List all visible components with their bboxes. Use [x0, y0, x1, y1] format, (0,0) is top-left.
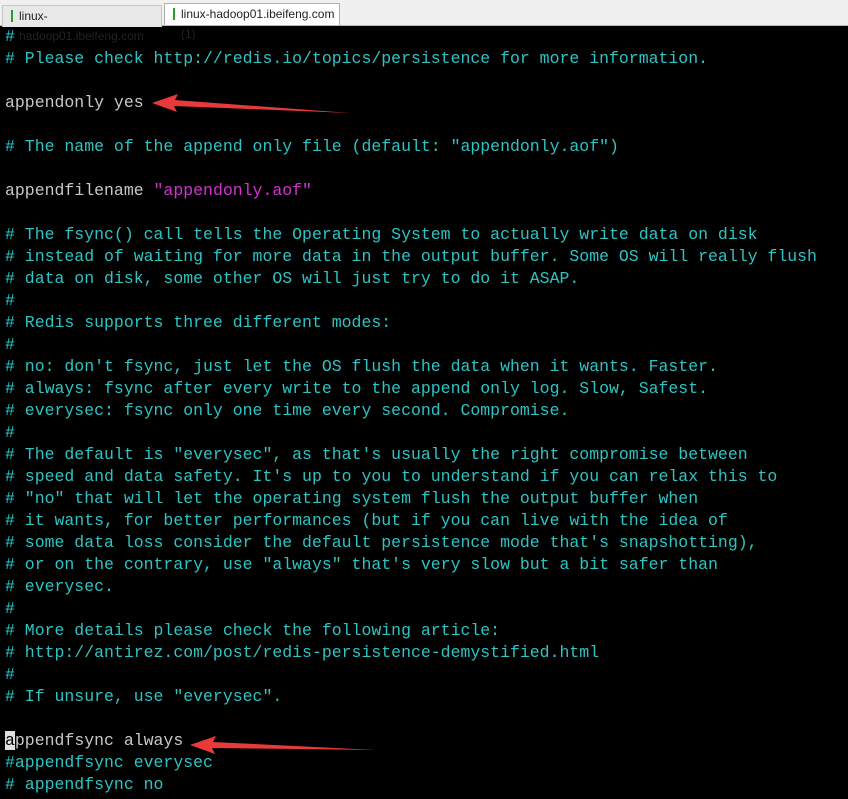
terminal-line: # Redis supports three different modes:: [5, 312, 391, 334]
comment-text: # speed and data safety. It's up to you …: [5, 467, 778, 486]
connected-status-icon: [11, 10, 13, 22]
terminal-line: # everysec: fsync only one time every se…: [5, 400, 569, 422]
terminal-line: # The name of the append only file (defa…: [5, 136, 619, 158]
terminal-line: # no: don't fsync, just let the OS flush…: [5, 356, 718, 378]
terminal-line: # or on the contrary, use "always" that'…: [5, 554, 718, 576]
comment-text: #: [5, 27, 15, 46]
terminal-line: # More details please check the followin…: [5, 620, 500, 642]
terminal-line: # some data loss consider the default pe…: [5, 532, 758, 554]
terminal-line: #appendfsync everysec: [5, 752, 213, 774]
comment-text: # More details please check the followin…: [5, 621, 501, 640]
comment-text: # some data loss consider the default pe…: [5, 533, 758, 552]
terminal-line: # speed and data safety. It's up to you …: [5, 466, 777, 488]
comment-text: # appendfsync no: [5, 775, 164, 794]
terminal-line: # "no" that will let the operating syste…: [5, 488, 698, 510]
comment-text: # always: fsync after every write to the…: [5, 379, 709, 398]
comment-text: #appendfsync everysec: [5, 753, 213, 772]
comment-text: # data on disk, some other OS will just …: [5, 269, 580, 288]
tab-session-2[interactable]: linux-hadoop01.ibeifeng.com (1): [164, 3, 340, 41]
comment-text: # everysec.: [5, 577, 114, 596]
terminal-line: # it wants, for better performances (but…: [5, 510, 728, 532]
terminal-line: #: [5, 422, 15, 444]
terminal-line: appendfilename "appendonly.aof": [5, 180, 312, 202]
comment-text: # http://antirez.com/post/redis-persiste…: [5, 643, 600, 662]
comment-text: # The name of the append only file (defa…: [5, 137, 619, 156]
terminal-line: appendonly yes: [5, 92, 144, 114]
terminal-line: #: [5, 26, 15, 48]
terminal-line: #: [5, 598, 15, 620]
config-text: ppendfsync always: [14, 731, 184, 750]
comment-text: # The fsync() call tells the Operating S…: [5, 225, 758, 244]
comment-text: # everysec: fsync only one time every se…: [5, 401, 570, 420]
terminal-line: #: [5, 290, 15, 312]
comment-text: #: [5, 665, 15, 684]
terminal-line: # everysec.: [5, 576, 114, 598]
comment-text: # or on the contrary, use "always" that'…: [5, 555, 718, 574]
terminal-line: # Please check http://redis.io/topics/pe…: [5, 48, 708, 70]
comment-text: # no: don't fsync, just let the OS flush…: [5, 357, 718, 376]
terminal-line: # instead of waiting for more data in th…: [5, 246, 817, 268]
terminal-line: appendfsync always: [5, 730, 183, 752]
terminal-line: # always: fsync after every write to the…: [5, 378, 708, 400]
text-cursor: a: [5, 731, 15, 750]
terminal-line: # data on disk, some other OS will just …: [5, 268, 579, 290]
comment-text: #: [5, 335, 15, 354]
config-text: appendfilename: [5, 181, 154, 200]
comment-text: # Please check http://redis.io/topics/pe…: [5, 49, 709, 68]
config-text: appendonly yes: [5, 93, 144, 112]
comment-text: # The default is "everysec", as that's u…: [5, 445, 748, 464]
terminal-line: # http://antirez.com/post/redis-persiste…: [5, 642, 599, 664]
terminal-line: # The fsync() call tells the Operating S…: [5, 224, 758, 246]
terminal-line: # appendfsync no: [5, 774, 163, 796]
comment-text: # "no" that will let the operating syste…: [5, 489, 699, 508]
comment-text: #: [5, 423, 15, 442]
terminal-line: # The default is "everysec", as that's u…: [5, 444, 748, 466]
string-value: "appendonly.aof": [153, 181, 312, 200]
terminal-line: # If unsure, use "everysec".: [5, 686, 282, 708]
comment-text: #: [5, 599, 15, 618]
comment-text: # it wants, for better performances (but…: [5, 511, 728, 530]
connected-status-icon: [173, 8, 175, 20]
comment-text: # If unsure, use "everysec".: [5, 687, 283, 706]
tab-bar: linux-hadoop01.ibeifeng.com linux-hadoop…: [0, 0, 848, 43]
tab-session-1[interactable]: linux-hadoop01.ibeifeng.com: [2, 5, 162, 43]
terminal-line: #: [5, 664, 15, 686]
comment-text: #: [5, 291, 15, 310]
comment-text: # Redis supports three different modes:: [5, 313, 392, 332]
terminal-line: #: [5, 334, 15, 356]
comment-text: # instead of waiting for more data in th…: [5, 247, 817, 266]
terminal-editor[interactable]: # # Please check http://redis.io/topics/p…: [0, 26, 848, 799]
